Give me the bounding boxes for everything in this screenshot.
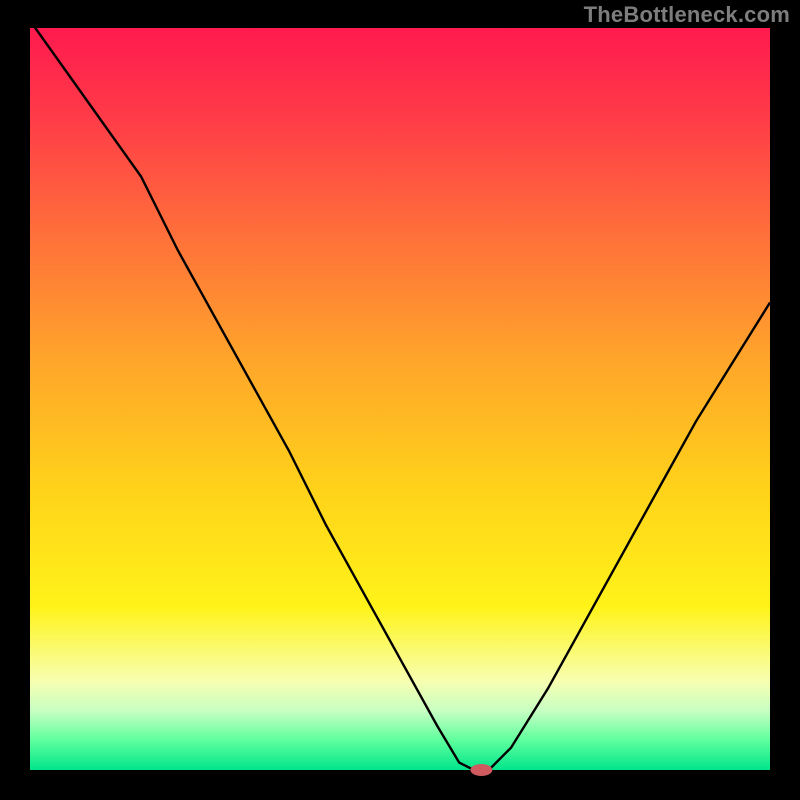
chart-frame: { "watermark": "TheBottleneck.com", "cha… [0,0,800,800]
optimal-marker [470,764,492,776]
chart-svg [0,0,800,800]
watermark-text: TheBottleneck.com [584,2,790,28]
